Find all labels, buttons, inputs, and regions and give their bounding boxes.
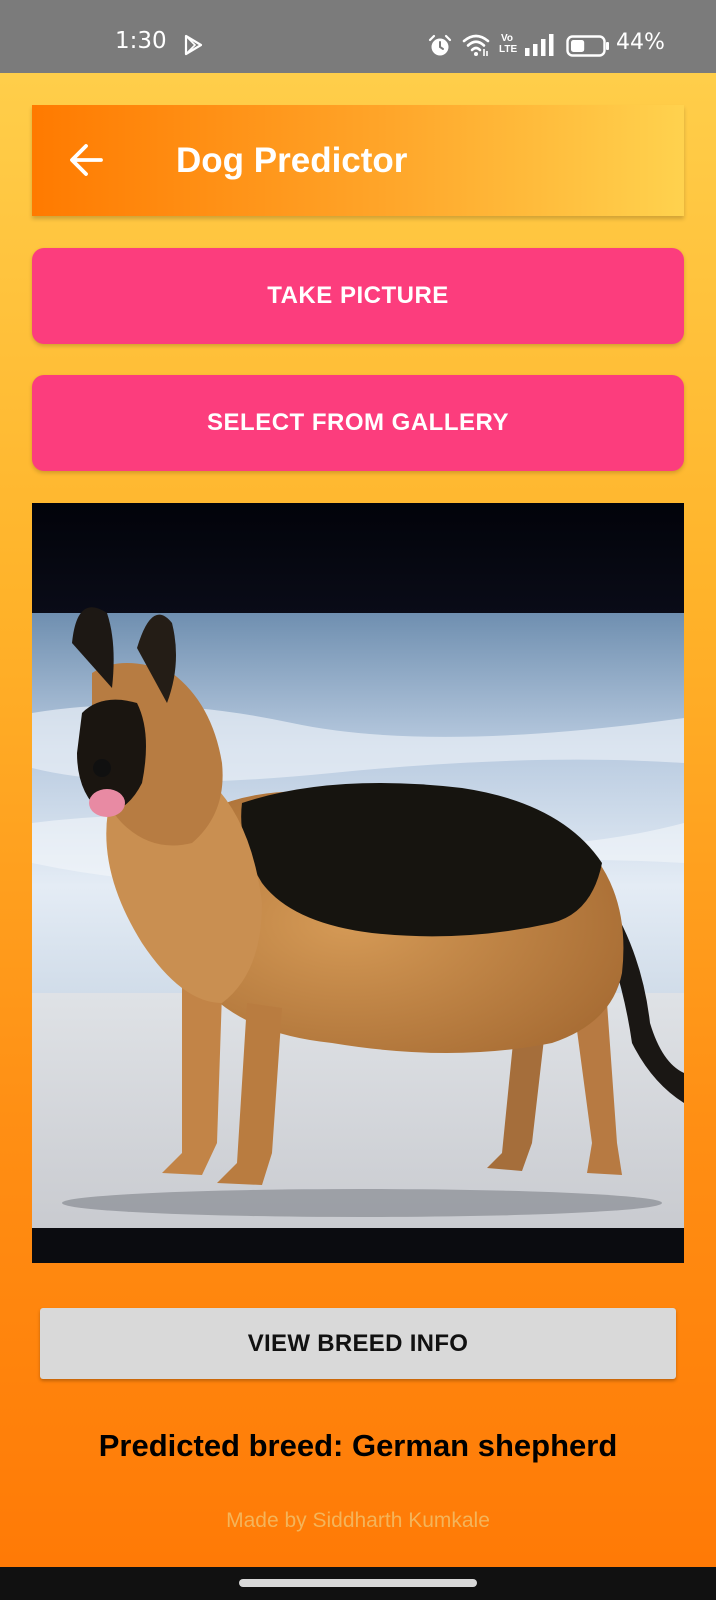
signal-icon [525,34,554,56]
dog-photo-image [32,503,684,1263]
arrow-left-icon[interactable] [68,143,104,177]
battery-icon [566,35,609,57]
status-bar: 1:30 Vo LTE 44% [0,0,716,73]
dog-photo [32,503,684,1263]
home-indicator[interactable] [239,1579,477,1587]
volte-icon: Vo LTE [499,33,518,55]
predicted-breed-text: Predicted breed: German shepherd [98,1428,618,1463]
play-store-icon [184,34,203,56]
select-from-gallery-button[interactable]: SELECT FROM GALLERY [32,375,684,471]
app-title: Dog Predictor [176,141,408,180]
alarm-icon [428,34,452,56]
volte-label-top: Vo [500,33,514,44]
battery-percent: 44% [616,30,665,55]
volte-label-bottom: LTE [499,44,518,55]
status-time: 1:30 [115,28,167,54]
navigation-bar [0,1567,716,1600]
view-breed-info-button[interactable]: VIEW BREED INFO [40,1308,676,1379]
wifi-icon [462,34,490,56]
app-bar: Dog Predictor [32,105,684,216]
take-picture-button[interactable]: TAKE PICTURE [32,248,684,344]
footer-credit: Made by Siddharth Kumkale [226,1509,490,1532]
